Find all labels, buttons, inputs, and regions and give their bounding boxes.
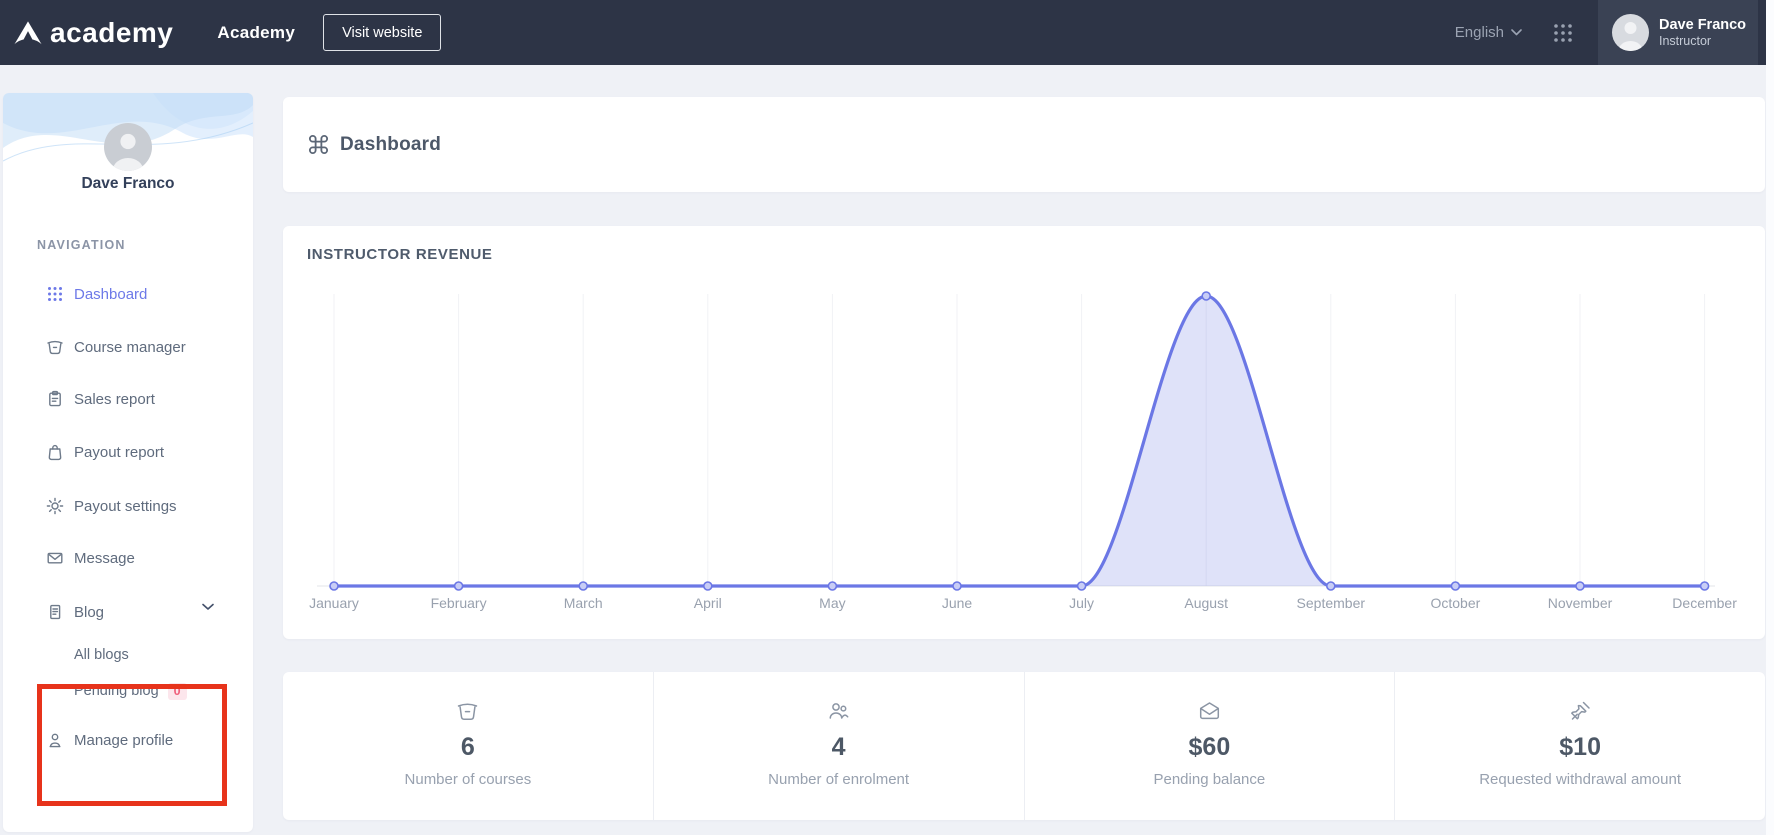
pending-count-badge: 0 bbox=[168, 683, 187, 700]
sidebar-subitem-label: Pending blog bbox=[74, 683, 159, 699]
sidebar-item-label: Blog bbox=[74, 604, 104, 621]
stat-label: Number of enrolment bbox=[768, 771, 909, 788]
sidebar-item-sales-report[interactable]: Sales report bbox=[3, 388, 253, 410]
envelope-icon bbox=[45, 548, 65, 568]
user-menu[interactable]: Dave Franco Instructor bbox=[1598, 0, 1758, 65]
user-meta: Dave Franco Instructor bbox=[1659, 16, 1746, 50]
chevron-down-icon bbox=[1511, 29, 1522, 36]
x-axis-label: November bbox=[1548, 595, 1613, 611]
sidebar-item-dashboard[interactable]: Dashboard bbox=[3, 283, 253, 305]
sidebar-item-label: Course manager bbox=[74, 339, 186, 356]
basket-icon bbox=[45, 337, 65, 357]
revenue-line bbox=[334, 296, 1705, 586]
instructor-revenue-card: INSTRUCTOR REVENUE January February March A… bbox=[283, 226, 1765, 639]
x-axis-label: January bbox=[309, 595, 359, 611]
x-axis-label: March bbox=[564, 595, 603, 611]
sidebar: Dave Franco NAVIGATION Dashboard bbox=[3, 93, 253, 832]
sidebar-item-label: Payout settings bbox=[74, 498, 177, 515]
stats-summary-card: 6 Number of courses 4 Number of enrolmen… bbox=[283, 672, 1765, 820]
language-label: English bbox=[1455, 24, 1504, 41]
app-name: Academy bbox=[217, 23, 295, 43]
shopping-bag-icon bbox=[45, 442, 65, 462]
document-icon bbox=[45, 602, 65, 622]
x-axis-label: September bbox=[1297, 595, 1366, 611]
user-role: Instructor bbox=[1659, 34, 1746, 50]
app-window: academy Academy Visit website English bbox=[0, 0, 1774, 835]
x-axis-label: October bbox=[1430, 595, 1480, 611]
stat-label: Number of courses bbox=[405, 771, 532, 788]
users-icon bbox=[825, 697, 852, 725]
profile-name: Dave Franco bbox=[3, 175, 253, 193]
brand-logo[interactable]: academy bbox=[12, 17, 173, 49]
pin-icon bbox=[1567, 697, 1594, 725]
basket-icon bbox=[454, 697, 481, 725]
chevron-down-icon bbox=[202, 603, 214, 611]
sidebar-item-message[interactable]: Message bbox=[3, 547, 253, 569]
sidebar-item-label: Dashboard bbox=[74, 286, 147, 303]
x-axis-label: July bbox=[1069, 595, 1094, 611]
stat-value: $10 bbox=[1559, 733, 1601, 762]
page-title: Dashboard bbox=[340, 134, 441, 156]
logo-text: academy bbox=[50, 17, 173, 49]
chart-title: INSTRUCTOR REVENUE bbox=[307, 246, 493, 263]
revenue-chart-svg: January February March April May June July Augu… bbox=[303, 284, 1743, 618]
top-navbar: academy Academy Visit website English bbox=[0, 0, 1766, 65]
revenue-chart: January February March April May June July Augu… bbox=[303, 284, 1743, 618]
sidebar-item-label: Message bbox=[74, 550, 135, 567]
stat-value: 4 bbox=[832, 733, 846, 762]
stat-pending-balance: $60 Pending balance bbox=[1024, 672, 1395, 820]
logo-mark-icon bbox=[12, 19, 44, 47]
gear-icon bbox=[45, 496, 65, 516]
command-icon bbox=[307, 133, 330, 156]
avatar bbox=[1612, 14, 1649, 51]
sidebar-item-payout-settings[interactable]: Payout settings bbox=[3, 495, 253, 517]
stat-number-of-courses: 6 Number of courses bbox=[283, 672, 653, 820]
apps-grid-icon[interactable] bbox=[1552, 22, 1574, 44]
stat-number-of-enrolment: 4 Number of enrolment bbox=[653, 672, 1024, 820]
data-points bbox=[330, 292, 1709, 590]
revenue-area-fill bbox=[334, 296, 1705, 586]
user-name: Dave Franco bbox=[1659, 16, 1746, 34]
x-axis-label: August bbox=[1184, 595, 1228, 611]
profile-avatar[interactable] bbox=[104, 123, 152, 171]
x-axis-label: December bbox=[1672, 595, 1737, 611]
sidebar-item-label: Sales report bbox=[74, 391, 155, 408]
sidebar-item-payout-report[interactable]: Payout report bbox=[3, 441, 253, 463]
clipboard-icon bbox=[45, 389, 65, 409]
sidebar-item-course-manager[interactable]: Course manager bbox=[3, 336, 253, 358]
stat-value: $60 bbox=[1189, 733, 1231, 762]
sidebar-subitem-pending-blog[interactable]: Pending blog 0 bbox=[74, 681, 187, 701]
envelope-open-icon bbox=[1196, 697, 1223, 725]
x-axis-labels: January February March April May June July Augu… bbox=[309, 595, 1737, 611]
nav-section-label: NAVIGATION bbox=[37, 238, 126, 252]
gridlines bbox=[334, 294, 1705, 586]
x-axis-label: February bbox=[431, 595, 487, 611]
language-selector[interactable]: English bbox=[1455, 24, 1522, 41]
stat-value: 6 bbox=[461, 733, 475, 762]
sidebar-item-label: Manage profile bbox=[74, 732, 173, 749]
sidebar-item-label: Payout report bbox=[74, 444, 164, 461]
stat-requested-withdrawal: $10 Requested withdrawal amount bbox=[1394, 672, 1765, 820]
sidebar-item-blog[interactable]: Blog bbox=[3, 601, 253, 623]
x-axis-label: April bbox=[694, 595, 722, 611]
sidebar-item-manage-profile[interactable]: Manage profile bbox=[3, 729, 253, 751]
person-icon bbox=[45, 730, 65, 750]
sidebar-subitem-all-blogs[interactable]: All blogs bbox=[74, 645, 129, 665]
scrollbar[interactable] bbox=[1766, 0, 1774, 835]
stat-label: Requested withdrawal amount bbox=[1479, 771, 1681, 788]
x-axis-label: May bbox=[819, 595, 845, 611]
sidebar-subitem-label: All blogs bbox=[74, 647, 129, 663]
navbar-right: English bbox=[1455, 0, 1758, 65]
page-title-wrap: Dashboard bbox=[307, 133, 441, 156]
grid-dots-icon bbox=[45, 284, 65, 304]
stat-label: Pending balance bbox=[1153, 771, 1265, 788]
visit-website-button[interactable]: Visit website bbox=[323, 14, 441, 51]
page-header-card: Dashboard bbox=[283, 97, 1765, 192]
x-axis-label: June bbox=[942, 595, 973, 611]
